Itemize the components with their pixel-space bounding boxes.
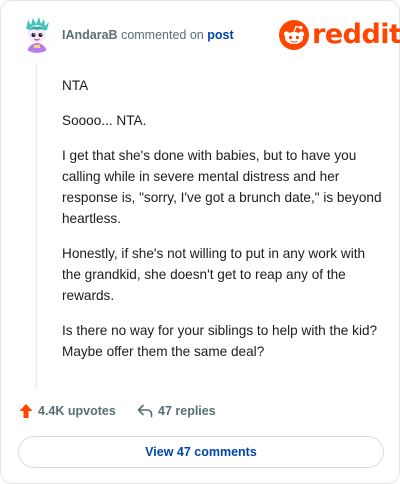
brand-wordmark: reddit: [312, 19, 400, 50]
comment-header: IAndaraB commented on post reddit: [18, 15, 400, 55]
reddit-logo[interactable]: reddit: [279, 19, 400, 51]
comment-card: IAndaraB commented on post reddit NTA So…: [0, 0, 400, 484]
comment-body: NTA Soooo... NTA. I get that she's done …: [62, 75, 382, 376]
reply-arrow-icon: [137, 404, 153, 418]
comment-paragraph: I get that she's done with babies, but t…: [62, 148, 382, 226]
username-link[interactable]: IAndaraB: [62, 28, 118, 42]
upvote-arrow-icon: [19, 404, 33, 418]
user-avatar[interactable]: [18, 15, 56, 53]
avatar-icon: [26, 17, 49, 53]
replies-button[interactable]: 47 replies: [137, 401, 216, 421]
view-comments-button[interactable]: View 47 comments: [18, 436, 384, 468]
upvote-button[interactable]: 4.4K upvotes: [19, 401, 116, 421]
thread-line: [36, 63, 37, 389]
comment-paragraph: NTA: [62, 78, 89, 93]
post-link[interactable]: post: [207, 28, 233, 42]
comment-paragraph: Honestly, if she's not willing to put in…: [62, 246, 366, 303]
comment-actions: 4.4K upvotes 47 replies: [19, 401, 279, 421]
upvote-count: 4.4K upvotes: [38, 404, 116, 418]
reddit-snoo-icon: [279, 20, 309, 50]
byline: IAndaraB commented on post: [62, 27, 234, 43]
comment-paragraph: Soooo... NTA.: [62, 113, 147, 128]
comment-paragraph: Is there no way for your siblings to hel…: [62, 323, 378, 359]
byline-verb: commented on: [121, 28, 204, 42]
reply-count: 47 replies: [158, 404, 216, 418]
